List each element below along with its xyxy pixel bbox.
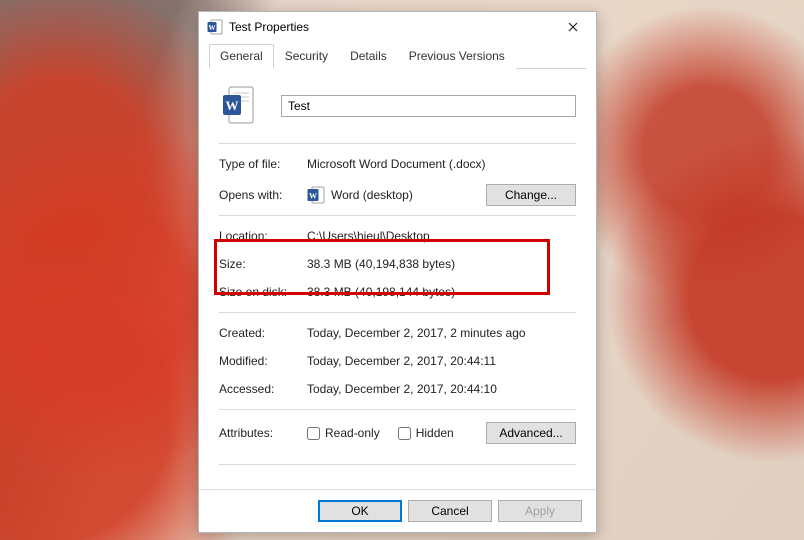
apply-button[interactable]: Apply [498,500,582,522]
tab-details[interactable]: Details [339,44,398,69]
size-on-disk-label: Size on disk: [219,285,307,299]
word-icon: W [207,19,223,35]
hidden-checkbox[interactable]: Hidden [398,426,454,440]
hidden-input[interactable] [398,427,411,440]
divider [219,464,576,465]
created-value: Today, December 2, 2017, 2 minutes ago [307,326,576,340]
accessed-label: Accessed: [219,382,307,396]
opens-with-value: Word (desktop) [331,188,486,202]
created-label: Created: [219,326,307,340]
tab-general[interactable]: General [209,44,274,69]
window-title: Test Properties [229,20,552,34]
tab-previous-versions[interactable]: Previous Versions [398,44,516,69]
type-of-file-label: Type of file: [219,157,307,171]
svg-text:W: W [209,24,216,32]
tab-security[interactable]: Security [274,44,339,69]
svg-text:W: W [226,98,239,113]
divider [219,409,576,410]
accessed-value: Today, December 2, 2017, 20:44:10 [307,382,576,396]
divider [219,312,576,313]
close-button[interactable] [552,13,594,41]
readonly-input[interactable] [307,427,320,440]
size-label: Size: [219,257,307,271]
general-panel: W Type of file: Microsoft Word Document … [199,69,596,489]
cancel-button[interactable]: Cancel [408,500,492,522]
location-label: Location: [219,229,307,243]
svg-text:W: W [309,192,317,201]
size-value: 38.3 MB (40,194,838 bytes) [307,257,576,271]
ok-button[interactable]: OK [318,500,402,522]
readonly-label: Read-only [325,426,380,440]
hidden-label: Hidden [416,426,454,440]
type-of-file-value: Microsoft Word Document (.docx) [307,157,576,171]
file-name-input[interactable] [281,95,576,117]
tab-strip: General Security Details Previous Versio… [199,42,596,69]
location-value: C:\Users\hieul\Desktop [307,229,576,243]
modified-value: Today, December 2, 2017, 20:44:11 [307,354,576,368]
readonly-checkbox[interactable]: Read-only [307,426,380,440]
opens-with-label: Opens with: [219,188,307,202]
desktop-background: W Test Properties General Security Detai… [0,0,804,540]
change-button[interactable]: Change... [486,184,576,206]
attributes-label: Attributes: [219,426,307,440]
divider [219,143,576,144]
close-icon [568,22,578,32]
divider [219,215,576,216]
titlebar[interactable]: W Test Properties [199,12,596,42]
file-word-icon: W [221,85,257,127]
properties-dialog: W Test Properties General Security Detai… [198,11,597,533]
word-app-icon: W [307,186,325,204]
modified-label: Modified: [219,354,307,368]
dialog-footer: OK Cancel Apply [199,489,596,532]
size-on-disk-value: 38.3 MB (40,198,144 bytes) [307,285,576,299]
advanced-button[interactable]: Advanced... [486,422,576,444]
